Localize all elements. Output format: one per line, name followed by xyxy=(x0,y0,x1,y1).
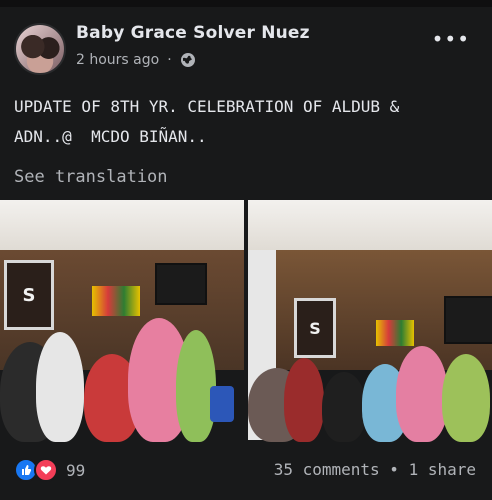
globe-icon[interactable] xyxy=(180,52,196,68)
post-text: UPDATE OF 8TH YR. CELEBRATION OF ALDUB &… xyxy=(14,97,400,146)
post-photo-2[interactable]: S xyxy=(248,200,492,442)
author-name[interactable]: Baby Grace Solver Nuez xyxy=(76,23,310,43)
reaction-summary[interactable]: 99 xyxy=(14,458,85,482)
photo-crowd xyxy=(0,318,244,442)
top-strip xyxy=(0,0,492,7)
more-options-icon[interactable]: ••• xyxy=(432,27,470,51)
love-icon xyxy=(34,458,58,482)
post-time[interactable]: 2 hours ago xyxy=(76,52,159,68)
post-meta: 2 hours ago · xyxy=(76,52,196,68)
post-photo-1[interactable]: S xyxy=(0,200,244,442)
post-footer: 99 35 comments • 1 share xyxy=(0,450,492,494)
photo-crowd xyxy=(248,322,492,442)
comments-shares[interactable]: 35 comments • 1 share xyxy=(274,460,476,479)
photo-screen xyxy=(155,263,207,305)
post-header: Baby Grace Solver Nuez 2 hours ago · ••• xyxy=(0,7,492,79)
photo-grid: S S xyxy=(0,200,492,442)
photo-banner xyxy=(92,286,140,316)
see-translation-link[interactable]: See translation xyxy=(14,167,168,187)
avatar[interactable] xyxy=(14,23,66,75)
reaction-count[interactable]: 99 xyxy=(66,461,85,480)
meta-separator: · xyxy=(167,52,172,68)
photo-sign: S xyxy=(4,260,54,330)
